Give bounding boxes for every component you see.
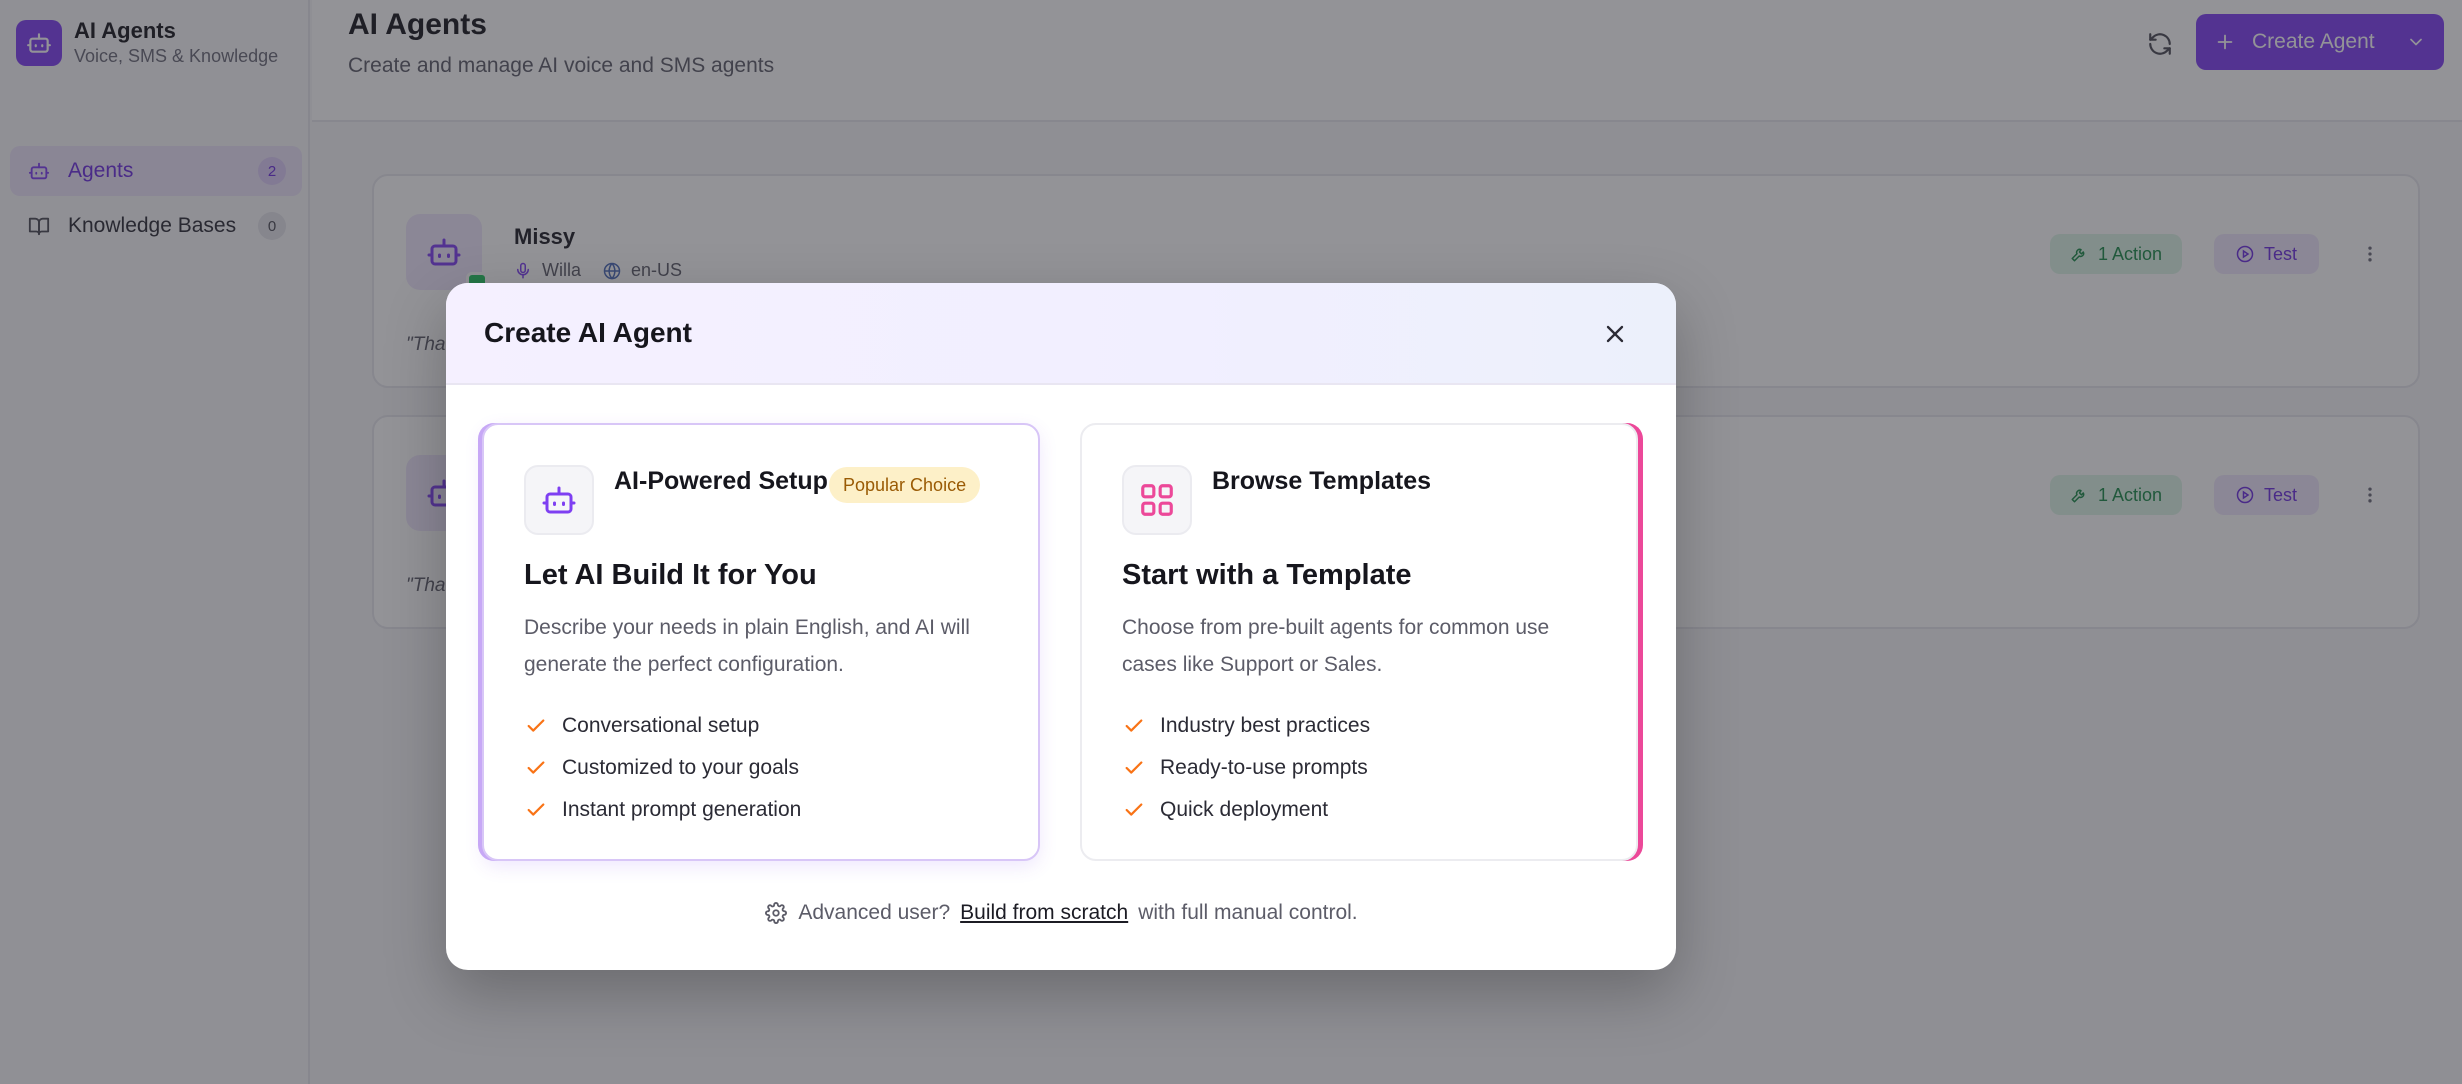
modal-title: Create AI Agent [484,317,692,348]
option-description: Describe your needs in plain English, an… [524,616,970,676]
modal-header: Create AI Agent [446,283,1676,385]
feature-list: Industry best practices Ready-to-use pro… [1122,705,1370,831]
check-icon [524,798,548,822]
popular-badge: Popular Choice [829,467,981,503]
feature-label: Quick deployment [1160,798,1329,821]
check-icon [1122,798,1146,822]
check-icon [524,756,548,780]
gear-icon [764,901,788,925]
build-from-scratch-link[interactable]: Build from scratch [960,901,1128,925]
feature-label: Industry best practices [1160,714,1371,737]
list-item: Conversational setup [524,705,801,747]
list-item: Quick deployment [1122,789,1370,831]
footer-suffix: with full manual control. [1138,901,1358,924]
ai-powered-setup-option[interactable]: AI-Powered Setup Popular Choice Let AI B… [482,423,1040,861]
footer-prefix: Advanced user? [798,901,951,924]
browse-templates-option[interactable]: Browse Templates Start with a Template C… [1080,423,1638,861]
close-icon [1606,325,1624,343]
close-button[interactable] [1596,315,1634,353]
list-item: Industry best practices [1122,705,1370,747]
modal-footer: Advanced user? Build from scratch with f… [446,901,1676,925]
option-title: Browse Templates [1212,467,1432,495]
option-heading: Start with a Template [1122,559,1412,591]
robot-icon [524,465,594,535]
list-item: Customized to your goals [524,747,801,789]
feature-list: Conversational setup Customized to your … [524,705,801,831]
check-icon [524,714,548,738]
create-agent-modal: Create AI Agent AI-Powered Setup Popular… [446,283,1676,970]
feature-label: Customized to your goals [562,756,799,779]
grid-icon [1122,465,1192,535]
list-item: Instant prompt generation [524,789,801,831]
feature-label: Instant prompt generation [562,798,802,821]
option-title: AI-Powered Setup [614,467,828,495]
check-icon [1122,714,1146,738]
feature-label: Ready-to-use prompts [1160,756,1368,779]
option-heading: Let AI Build It for You [524,559,817,591]
option-description: Choose from pre-built agents for common … [1122,616,1550,676]
check-icon [1122,756,1146,780]
feature-label: Conversational setup [562,714,760,737]
list-item: Ready-to-use prompts [1122,747,1370,789]
